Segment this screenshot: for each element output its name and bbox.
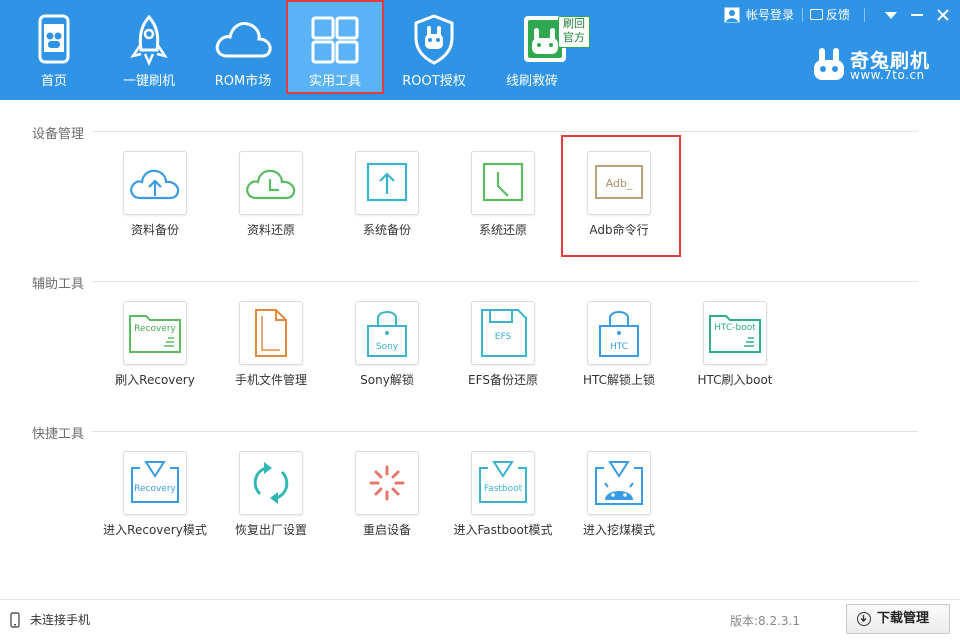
tool-htc-flash-boot-label: HTC刷入boot [697, 373, 773, 387]
section-divider [92, 281, 918, 282]
nav-unbrick-label: 线刷救砖 [505, 74, 558, 89]
download-manager-button[interactable]: 下载管理 [846, 604, 950, 634]
tool-enter-recovery-mode[interactable]: Recovery 进入Recovery模式 [97, 451, 213, 541]
nav-practical-tools-label: 实用工具 [308, 74, 361, 89]
top-navigation-bar: 首页 一键刷机 ROM市场 实用工具 ROOT授权 刷回 官方 线刷救砖 帐号登… [0, 0, 960, 100]
tool-system-backup[interactable]: 系统备份 [329, 151, 445, 241]
lock-htc-icon: HTC [587, 301, 651, 365]
nav-one-click-flash-label: 一键刷机 [122, 74, 175, 89]
minimize-button[interactable] [904, 2, 930, 28]
section-title-auxiliary-tools: 辅助工具 [32, 277, 85, 292]
tool-phone-file-manager[interactable]: 手机文件管理 [213, 301, 329, 391]
fastboot-mode-icon: Fastboot [471, 451, 535, 515]
close-button[interactable] [930, 2, 956, 28]
recovery-mode-text: Recovery [134, 484, 176, 494]
lock-sony-text: Sony [375, 342, 399, 352]
tool-efs-backup-restore[interactable]: EFS EFS备份还原 [445, 301, 561, 391]
tool-sony-unlock[interactable]: Sony Sony解锁 [329, 301, 445, 391]
rocket-icon [119, 14, 179, 67]
official-badge: 刷回 官方 [558, 16, 590, 48]
fastboot-mode-text: Fastboot [483, 484, 523, 494]
phone-icon [24, 14, 84, 66]
nav-home[interactable]: 首页 [14, 0, 94, 94]
cloud-upload-icon [123, 151, 187, 215]
version-label: 版本:8.2.3.1 [729, 614, 800, 628]
refresh-icon [239, 451, 303, 515]
feedback-button[interactable]: 反馈 [808, 2, 858, 28]
divider [802, 8, 803, 22]
terminal-icon-text: Adb_ [605, 177, 633, 190]
rabbit-logo-icon [814, 48, 844, 80]
floppy-efs-text: EFS [494, 332, 512, 342]
tool-reboot-device[interactable]: 重启设备 [329, 451, 445, 541]
brand-logo: 奇兔刷机 www.7to.cn [812, 46, 942, 86]
window-controls: 帐号登录 反馈 [718, 2, 958, 28]
nav-one-click-flash[interactable]: 一键刷机 [108, 0, 190, 94]
spinner-icon [355, 451, 419, 515]
tool-enter-fastboot-mode[interactable]: Fastboot 进入Fastboot模式 [445, 451, 561, 541]
nav-root-auth[interactable]: ROOT授权 [392, 0, 476, 94]
cloud-icon [213, 14, 273, 66]
tool-enter-download-mode[interactable]: 进入挖煤模式 [561, 451, 677, 541]
status-bar: 未连接手机 版本:8.2.3.1 下载管理 [0, 599, 960, 640]
folder-recovery-icon: Recovery [123, 301, 187, 365]
tool-flash-recovery[interactable]: Recovery 刷入Recovery [97, 301, 213, 391]
cloud-clock-icon [239, 151, 303, 215]
menu-dropdown-button[interactable] [878, 2, 904, 28]
phone-small-icon [10, 612, 20, 628]
tool-factory-reset[interactable]: 恢复出厂设置 [213, 451, 329, 541]
tool-system-restore[interactable]: 系统还原 [445, 151, 561, 241]
close-icon [937, 9, 949, 21]
box-upload-icon [355, 151, 419, 215]
nav-practical-tools[interactable]: 实用工具 [286, 0, 384, 94]
tool-enter-download-mode-label: 进入挖煤模式 [582, 523, 655, 537]
official-badge-text: 刷回 官方 [563, 17, 585, 44]
nav-home-label: 首页 [40, 74, 67, 89]
folder-recovery-text: Recovery [134, 324, 176, 334]
folder-htcboot-icon: HTC-boot [703, 301, 767, 365]
account-login-button[interactable]: 帐号登录 [722, 2, 798, 28]
terminal-icon: Adb_ [587, 151, 651, 215]
lock-htc-text: HTC [609, 342, 629, 352]
download-icon [857, 612, 871, 626]
nav-root-auth-label: ROOT授权 [402, 74, 466, 89]
recovery-mode-icon: Recovery [123, 451, 187, 515]
feedback-label: 反馈 [826, 8, 851, 22]
grid-icon [305, 16, 365, 68]
account-login-label: 帐号登录 [746, 8, 795, 22]
minimize-icon [911, 14, 923, 16]
brand-url: www.7to.cn [850, 68, 925, 82]
nav-rom-market[interactable]: ROM市场 [202, 0, 284, 94]
folder-htcboot-text: HTC-boot [714, 323, 756, 333]
section-divider [92, 131, 918, 132]
tool-htc-lock-unlock[interactable]: HTC HTC解锁上锁 [561, 301, 677, 391]
section-title-quick-tools: 快捷工具 [32, 427, 85, 442]
lock-sony-icon: Sony [355, 301, 419, 365]
tool-htc-flash-boot[interactable]: HTC-boot HTC刷入boot [677, 301, 793, 391]
chat-icon [810, 9, 823, 20]
section-divider [92, 431, 918, 432]
divider [864, 8, 865, 22]
user-icon [724, 7, 740, 23]
shield-rabbit-icon [404, 14, 464, 66]
tool-adb-command-line-label: Adb命令行 [589, 223, 649, 237]
download-manager-label: 下载管理 [877, 611, 930, 626]
section-title-device-management: 设备管理 [32, 127, 85, 142]
floppy-efs-icon: EFS [471, 301, 535, 365]
connection-status: 未连接手机 [30, 613, 91, 627]
tool-adb-command-line[interactable]: Adb_ Adb命令行 [561, 151, 677, 241]
tool-data-backup[interactable]: 资料备份 [97, 151, 213, 241]
box-clock-icon [471, 151, 535, 215]
chevron-down-icon [885, 12, 897, 19]
nav-unbrick[interactable]: 刷回 官方 线刷救砖 [490, 0, 590, 94]
tool-data-restore[interactable]: 资料还原 [213, 151, 329, 241]
android-download-icon [587, 451, 651, 515]
file-stack-icon [239, 301, 303, 365]
nav-rom-market-label: ROM市场 [214, 74, 272, 89]
